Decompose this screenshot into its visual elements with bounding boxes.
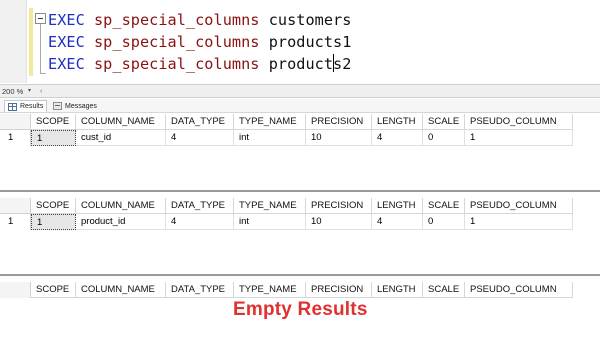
editor-gutter: [0, 0, 27, 83]
grid-cell[interactable]: 1: [31, 130, 76, 146]
column-header[interactable]: PRECISION: [306, 282, 372, 298]
column-header[interactable]: SCOPE: [31, 114, 76, 130]
row-number[interactable]: 1: [0, 214, 31, 230]
column-header[interactable]: COLUMN_NAME: [76, 282, 166, 298]
grid-corner[interactable]: [0, 282, 31, 298]
grid-cell[interactable]: 1: [465, 214, 573, 230]
grid-cell[interactable]: 4: [166, 130, 234, 146]
scroll-left-icon[interactable]: ‹: [40, 86, 42, 97]
chevron-down-icon[interactable]: ▾: [28, 86, 31, 97]
zoom-level[interactable]: 200 %: [2, 86, 23, 97]
grid-header-row: SCOPE COLUMN_NAME DATA_TYPE TYPE_NAME PR…: [0, 198, 600, 214]
column-header[interactable]: LENGTH: [372, 198, 423, 214]
result-grid-2[interactable]: SCOPE COLUMN_NAME DATA_TYPE TYPE_NAME PR…: [0, 198, 600, 276]
column-header[interactable]: LENGTH: [372, 282, 423, 298]
row-number[interactable]: 1: [0, 130, 31, 146]
grid-icon: [8, 102, 17, 111]
column-header[interactable]: SCOPE: [31, 198, 76, 214]
grid-corner[interactable]: [0, 198, 31, 214]
procedure-name: sp_special_columns: [93, 11, 260, 29]
exec-keyword: EXEC: [48, 11, 85, 29]
code-line-1[interactable]: EXEC sp_special_columns customers: [48, 9, 351, 31]
table-row[interactable]: 1 1 product_id 4 int 10 4 0 1: [0, 214, 600, 230]
table-argument: customers: [268, 11, 352, 29]
messages-icon: [53, 102, 62, 110]
exec-keyword: EXEC: [48, 55, 85, 73]
column-header[interactable]: DATA_TYPE: [166, 198, 234, 214]
column-header[interactable]: LENGTH: [372, 114, 423, 130]
exec-keyword: EXEC: [48, 33, 85, 51]
column-header[interactable]: TYPE_NAME: [234, 282, 306, 298]
column-header[interactable]: TYPE_NAME: [234, 114, 306, 130]
tab-messages[interactable]: Messages: [50, 100, 100, 112]
result-grid-1[interactable]: SCOPE COLUMN_NAME DATA_TYPE TYPE_NAME PR…: [0, 114, 600, 192]
grid-cell[interactable]: int: [234, 130, 306, 146]
column-header[interactable]: PSEUDO_COLUMN: [465, 114, 573, 130]
collapse-icon[interactable]: [35, 13, 46, 24]
grid-cell[interactable]: 4: [166, 214, 234, 230]
column-header[interactable]: PRECISION: [306, 198, 372, 214]
grid-header-row: SCOPE COLUMN_NAME DATA_TYPE TYPE_NAME PR…: [0, 114, 600, 130]
column-header[interactable]: DATA_TYPE: [166, 114, 234, 130]
grid-cell[interactable]: int: [234, 214, 306, 230]
results-tab-strip: Results Messages: [0, 99, 600, 113]
tab-results-label: Results: [20, 103, 44, 110]
grid-cell[interactable]: 4: [372, 214, 423, 230]
code-line-2[interactable]: EXEC sp_special_columns products1: [48, 31, 351, 53]
grid-cell[interactable]: 1: [31, 214, 76, 230]
column-header[interactable]: PSEUDO_COLUMN: [465, 198, 573, 214]
grid-cell[interactable]: 0: [423, 130, 465, 146]
tab-messages-label: Messages: [65, 102, 97, 110]
empty-results-annotation: Empty Results: [233, 299, 368, 320]
query-editor[interactable]: EXEC sp_special_columns customers EXEC s…: [0, 0, 600, 83]
table-argument-end: s2: [333, 55, 352, 73]
procedure-name: sp_special_columns: [93, 55, 260, 73]
procedure-name: sp_special_columns: [93, 33, 260, 51]
column-header[interactable]: DATA_TYPE: [166, 282, 234, 298]
column-header[interactable]: SCALE: [423, 198, 465, 214]
grid-cell[interactable]: 4: [372, 130, 423, 146]
column-header[interactable]: SCOPE: [31, 282, 76, 298]
outline-line: [40, 24, 41, 74]
grid-cell[interactable]: 10: [306, 214, 372, 230]
grid-cell[interactable]: 0: [423, 214, 465, 230]
grid-cell[interactable]: cust_id: [76, 130, 166, 146]
column-header[interactable]: PRECISION: [306, 114, 372, 130]
table-argument-start: product: [268, 55, 334, 73]
grid-cell[interactable]: 1: [465, 130, 573, 146]
zoom-bar: 200 % ▾ ‹: [0, 84, 600, 98]
column-header[interactable]: COLUMN_NAME: [76, 114, 166, 130]
column-header[interactable]: PSEUDO_COLUMN: [465, 282, 573, 298]
code-line-3[interactable]: EXEC sp_special_columns products2: [48, 53, 351, 75]
grid-cell[interactable]: 10: [306, 130, 372, 146]
outline-end: [40, 73, 46, 74]
grid-cell[interactable]: product_id: [76, 214, 166, 230]
column-header[interactable]: SCALE: [423, 282, 465, 298]
grid-header-row: SCOPE COLUMN_NAME DATA_TYPE TYPE_NAME PR…: [0, 282, 600, 298]
column-header[interactable]: COLUMN_NAME: [76, 198, 166, 214]
grid-corner[interactable]: [0, 114, 31, 130]
change-indicator-bar: [29, 8, 33, 76]
table-row[interactable]: 1 1 cust_id 4 int 10 4 0 1: [0, 130, 600, 146]
tab-results[interactable]: Results: [4, 100, 48, 112]
column-header[interactable]: TYPE_NAME: [234, 198, 306, 214]
table-argument: products1: [268, 33, 352, 51]
column-header[interactable]: SCALE: [423, 114, 465, 130]
